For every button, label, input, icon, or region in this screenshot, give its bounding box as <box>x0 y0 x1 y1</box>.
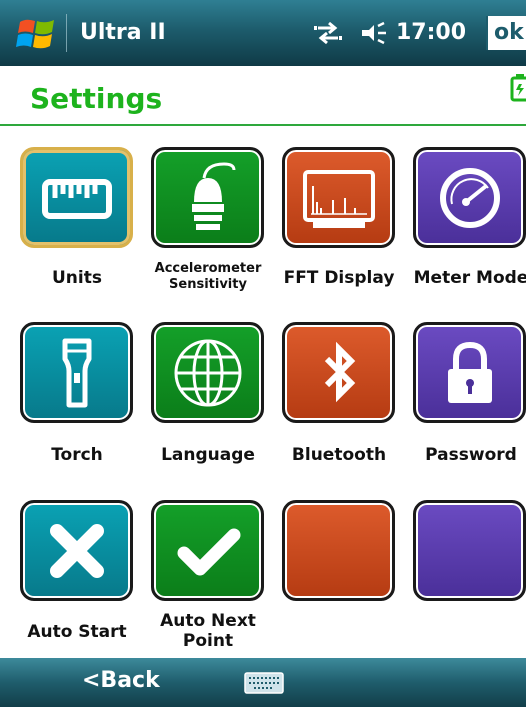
fft-display-tile[interactable] <box>282 147 395 248</box>
clock: 17:00 <box>396 20 467 45</box>
accelerometer-sensitivity-label: Accelerometer Sensitivity <box>154 261 262 292</box>
speaker-icon[interactable] <box>354 20 388 46</box>
globe-icon <box>174 339 241 406</box>
bottom-bar: <Back <box>0 658 526 707</box>
meter-mode-label: Meter Mode <box>413 268 526 288</box>
meter-mode-tile[interactable] <box>413 147 526 248</box>
ok-button[interactable]: ok <box>486 16 526 50</box>
keyboard-icon[interactable] <box>244 672 284 694</box>
torch-tile[interactable] <box>20 322 133 423</box>
torch-label: Torch <box>51 445 103 465</box>
password-label: Password <box>425 445 517 465</box>
empty-tile-purple[interactable] <box>413 500 526 601</box>
language-label: Language <box>161 445 255 465</box>
windows-start-icon[interactable] <box>16 14 58 54</box>
checkmark-icon <box>177 528 240 575</box>
padlock-icon <box>447 341 492 403</box>
bluetooth-label: Bluetooth <box>291 445 387 465</box>
app-title: Ultra II <box>80 20 166 45</box>
torch-icon <box>62 338 91 407</box>
units-tile[interactable] <box>20 147 133 248</box>
ruler-icon <box>41 178 112 219</box>
units-label: Units <box>52 268 102 288</box>
bluetooth-icon <box>324 341 355 402</box>
title-bar: Ultra II 17:00 ok <box>0 0 526 66</box>
battery-icon <box>510 74 526 102</box>
sync-icon[interactable] <box>312 20 344 46</box>
fft-display-icon <box>302 169 375 228</box>
password-tile[interactable] <box>413 322 526 423</box>
bluetooth-tile[interactable] <box>282 322 395 423</box>
title-separator <box>66 14 67 52</box>
accelerometer-sensitivity-tile[interactable] <box>151 147 264 248</box>
auto-start-tile[interactable] <box>20 500 133 601</box>
auto-next-point-label: Auto Next Point <box>160 611 256 651</box>
empty-tile-orange[interactable] <box>282 500 395 601</box>
x-mark-icon <box>49 523 104 578</box>
header-divider <box>0 124 526 126</box>
page-title: Settings <box>30 82 163 115</box>
accelerometer-icon <box>191 161 235 230</box>
back-button[interactable]: <Back <box>82 668 160 693</box>
auto-start-label: Auto Start <box>27 622 127 642</box>
language-tile[interactable] <box>151 322 264 423</box>
meter-gauge-icon <box>439 167 500 228</box>
auto-next-point-tile[interactable] <box>151 500 264 601</box>
fft-display-label: FFT Display <box>283 268 395 288</box>
